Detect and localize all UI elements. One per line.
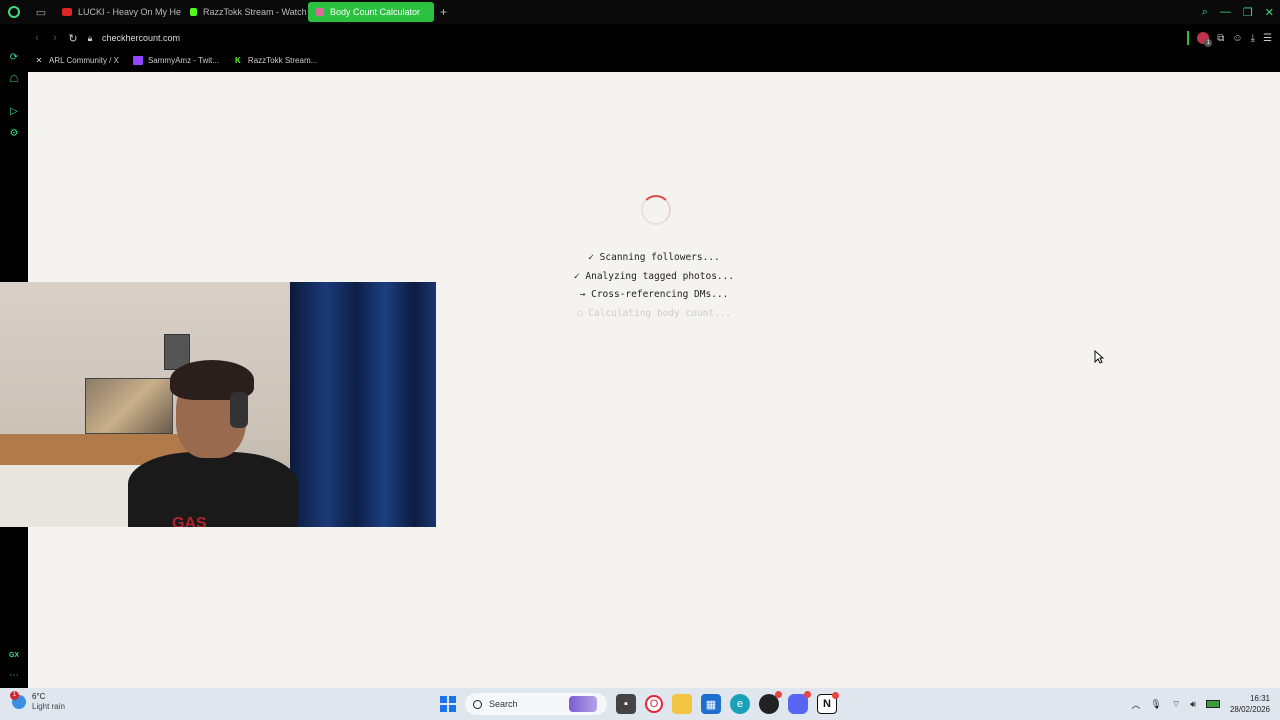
restore-button[interactable]: ❐: [1243, 6, 1253, 19]
workspaces-icon[interactable]: ▭: [28, 0, 54, 24]
bookmark-label: SammyAmz - Twit...: [147, 55, 219, 65]
url-field[interactable]: checkhercount.com: [102, 33, 180, 43]
webcam-poster: [85, 378, 173, 434]
microsoft-store-icon[interactable]: ▦: [701, 694, 721, 714]
windows-start-icon[interactable]: [440, 696, 456, 712]
tab-label: LUCKI - Heavy On My He: [78, 7, 182, 17]
weather-condition: Light rain: [32, 702, 65, 711]
player-icon[interactable]: ▷: [8, 106, 20, 118]
gx-corner-icon[interactable]: ☖: [8, 74, 20, 86]
close-button[interactable]: ✕: [1265, 6, 1274, 19]
steam-icon[interactable]: [759, 691, 782, 714]
weather-widget[interactable]: 1 6°C Light rain: [10, 691, 65, 712]
tab-lucki[interactable]: LUCKI - Heavy On My He: [54, 2, 182, 22]
bookmarks-bar: ✕ ARL Community / X SammyAmz - Twit... K…: [28, 52, 1280, 68]
system-tray: ︿ 🎙︎ ⌔ 🔊︎ 16:31 28/02/2026: [1131, 692, 1270, 716]
webcam-curtain: [290, 282, 436, 527]
page-favicon-icon: [316, 8, 324, 16]
download-icon[interactable]: ⤓: [1251, 33, 1255, 44]
toolbar-accent-divider: [1187, 31, 1190, 45]
step-analyzing-photos: ✓ Analyzing tagged photos...: [554, 268, 754, 287]
step-label: Cross-referencing DMs...: [591, 289, 729, 301]
tab-label: Body Count Calculator: [330, 7, 421, 17]
tab-razztokk[interactable]: RazzTokk Stream - Watch: [182, 2, 308, 22]
step-calculating: ○ Calculating body count...: [554, 305, 754, 324]
webcam-shirt-text: GAS: [172, 515, 207, 527]
mouse-cursor-icon: [1094, 350, 1104, 364]
lock-icon[interactable]: 🔒︎: [82, 33, 98, 44]
step-label: Analyzing tagged photos...: [585, 270, 735, 282]
arrow-icon: →: [579, 289, 586, 301]
chevron-up-icon[interactable]: ︿: [1131, 698, 1140, 711]
gx-control-icon[interactable]: ⟳: [8, 52, 20, 64]
bookmark-label: ARL Community / X: [49, 55, 119, 65]
minimize-button[interactable]: —: [1220, 6, 1231, 18]
search-highlight-art: [569, 696, 597, 712]
step-cross-referencing: → Cross-referencing DMs...: [554, 286, 754, 305]
bookmark-label: RazzTokk Stream...: [247, 55, 318, 65]
address-bar: ‹ › ↻ 🔒︎ checkhercount.com 1 ⧉ ☺ ⤓ ☰: [28, 28, 1280, 48]
check-icon: ✓: [573, 270, 580, 282]
search-icon: [473, 699, 482, 709]
pending-circle-icon: ○: [576, 308, 583, 320]
extension-badge-count: 1: [1204, 39, 1213, 47]
toolbar-right: 1 ⧉ ☺ ⤓ ☰: [1187, 28, 1272, 48]
step-scanning-followers: ✓ Scanning followers...: [554, 249, 754, 268]
account-icon[interactable]: ☺: [1232, 33, 1242, 44]
kick-icon: [190, 8, 197, 16]
edge-browser-icon[interactable]: e: [730, 694, 750, 714]
clock-time: 16:31: [1249, 694, 1270, 703]
webcam-overlay: GAS: [0, 282, 436, 527]
step-label: Calculating body count...: [588, 308, 732, 320]
forward-button[interactable]: ›: [46, 32, 64, 44]
weather-icon: 1: [10, 691, 26, 709]
extension-icon[interactable]: 1: [1197, 32, 1213, 47]
progress-steps: ✓ Scanning followers... ✓ Analyzing tagg…: [554, 249, 754, 324]
more-options-icon[interactable]: ⋯: [8, 670, 20, 682]
weather-temp: 6°C: [32, 692, 46, 701]
battery-icon[interactable]: [1205, 700, 1220, 708]
tab-bar: ▭ LUCKI - Heavy On My He RazzTokk Stream…: [0, 0, 1280, 24]
tab-label: RazzTokk Stream - Watch: [203, 7, 307, 17]
new-tab-button[interactable]: +: [434, 5, 453, 19]
step-label: Scanning followers...: [599, 252, 720, 263]
check-icon: ✓: [588, 252, 594, 263]
weather-badge: 1: [10, 691, 19, 700]
kick-icon: K: [235, 55, 241, 65]
taskbar: 1 6°C Light rain Search ▪ O ▦ e N ︿ 🎙︎ ⌔…: [0, 688, 1280, 720]
bookmark-razztokk[interactable]: K RazzTokk Stream...: [233, 56, 317, 65]
opera-gx-app-icon[interactable]: O: [645, 695, 663, 713]
search-tabs-icon[interactable]: ⌕: [1202, 6, 1208, 19]
taskbar-search[interactable]: Search: [465, 693, 607, 715]
terminal-app-icon[interactable]: ▪: [616, 694, 636, 714]
settings-gear-icon[interactable]: ⚙: [8, 128, 20, 140]
taskbar-apps: Search ▪ O ▦ e N: [440, 691, 839, 716]
bookmark-arl-community[interactable]: ✕ ARL Community / X: [34, 56, 119, 65]
window-controls: ⌕ — ❐ ✕: [1202, 0, 1274, 24]
microphone-icon[interactable]: 🎙︎: [1150, 699, 1161, 710]
reload-button[interactable]: ↻: [64, 32, 82, 45]
loading-spinner-icon: [641, 195, 671, 225]
webcam-person-body: [128, 452, 298, 527]
x-icon: ✕: [35, 55, 43, 65]
clock[interactable]: 16:31 28/02/2026: [1230, 693, 1270, 715]
youtube-icon: [62, 8, 72, 16]
bookmark-sammyamz[interactable]: SammyAmz - Twit...: [132, 55, 219, 65]
notion-icon[interactable]: N: [817, 692, 839, 714]
discord-icon[interactable]: [788, 691, 811, 714]
opera-gx-logo-icon[interactable]: [0, 0, 28, 24]
clock-date: 28/02/2026: [1229, 705, 1270, 714]
twitch-icon: [132, 55, 143, 65]
extensions-puzzle-icon[interactable]: ⧉: [1217, 33, 1224, 44]
wifi-icon[interactable]: ⌔: [1172, 699, 1180, 710]
gx-logo-icon[interactable]: GX: [8, 650, 20, 662]
back-button[interactable]: ‹: [28, 32, 46, 44]
search-placeholder: Search: [489, 699, 518, 709]
tab-body-count-calculator[interactable]: Body Count Calculator: [308, 2, 434, 22]
volume-icon[interactable]: 🔊︎: [1190, 699, 1196, 710]
file-explorer-icon[interactable]: [672, 694, 692, 714]
menu-icon[interactable]: ☰: [1263, 33, 1272, 44]
webcam-headset: [230, 392, 248, 428]
